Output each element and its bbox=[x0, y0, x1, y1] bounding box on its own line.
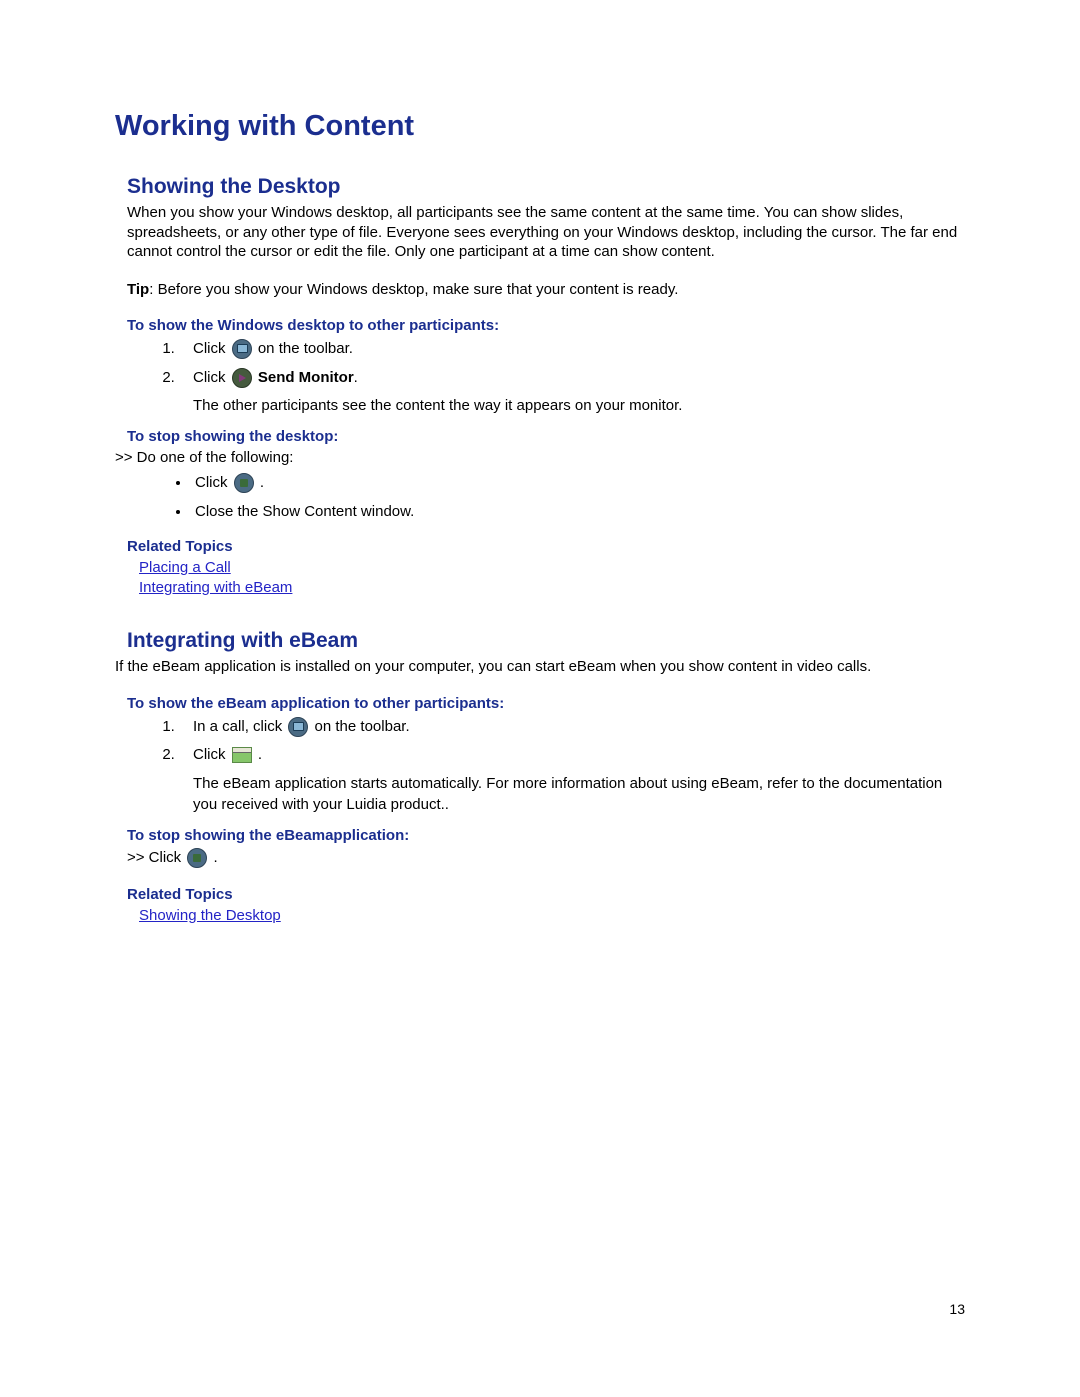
result-text: The eBeam application starts automatical… bbox=[193, 773, 965, 815]
step-text: on the toolbar. bbox=[254, 340, 353, 357]
step-text: Click bbox=[193, 746, 230, 763]
monitor-icon bbox=[288, 717, 308, 737]
related-topics-heading: Related Topics bbox=[127, 538, 965, 555]
stop-text: >> Click bbox=[127, 849, 185, 866]
step-text: In a call, click bbox=[193, 718, 286, 735]
tip-label: Tip bbox=[127, 281, 149, 298]
step-text: Click bbox=[193, 340, 230, 357]
steps-list: In a call, click on the toolbar. Click . bbox=[127, 716, 965, 767]
procedure-heading: To stop showing the desktop: bbox=[127, 428, 965, 445]
bullet-text: Click bbox=[195, 474, 232, 491]
send-monitor-label: Send Monitor bbox=[258, 369, 354, 386]
stop-line: >> Click . bbox=[127, 848, 965, 868]
tip-paragraph: Tip: Before you show your Windows deskto… bbox=[127, 280, 965, 300]
stop-icon bbox=[187, 848, 207, 868]
section-heading-showing-desktop: Showing the Desktop bbox=[127, 175, 965, 199]
link-integrating-with-ebeam[interactable]: Integrating with eBeam bbox=[139, 579, 292, 596]
bullet-text: . bbox=[256, 474, 264, 491]
procedure-heading: To stop showing the eBeamapplication: bbox=[127, 827, 965, 844]
related-links: Placing a Call Integrating with eBeam bbox=[139, 559, 965, 599]
step-text: . bbox=[354, 369, 358, 386]
bullet-item: Click . bbox=[191, 472, 965, 493]
related-links: Showing the Desktop bbox=[139, 907, 965, 927]
stop-text: . bbox=[209, 849, 217, 866]
page-title: Working with Content bbox=[115, 110, 965, 143]
procedure-heading: To show the Windows desktop to other par… bbox=[127, 317, 965, 334]
link-placing-a-call[interactable]: Placing a Call bbox=[139, 559, 231, 576]
steps-list: Click on the toolbar. Click Send Monitor… bbox=[127, 338, 965, 389]
play-icon bbox=[232, 368, 252, 388]
stop-icon bbox=[234, 473, 254, 493]
stop-intro: >> Do one of the following: bbox=[115, 449, 965, 466]
result-text: The other participants see the content t… bbox=[193, 395, 965, 416]
step-item: Click . bbox=[179, 744, 965, 767]
step-text: . bbox=[254, 746, 262, 763]
step-text: Click bbox=[193, 369, 230, 386]
page-number: 13 bbox=[949, 1301, 965, 1317]
intro-paragraph: If the eBeam application is installed on… bbox=[115, 657, 965, 677]
ebeam-icon bbox=[232, 747, 252, 763]
step-item: In a call, click on the toolbar. bbox=[179, 716, 965, 739]
intro-paragraph: When you show your Windows desktop, all … bbox=[127, 203, 965, 262]
link-showing-the-desktop[interactable]: Showing the Desktop bbox=[139, 907, 281, 924]
step-item: Click on the toolbar. bbox=[179, 338, 965, 361]
document-page: Working with Content Showing the Desktop… bbox=[0, 0, 1080, 1397]
related-topics-heading: Related Topics bbox=[127, 886, 965, 903]
bullet-item: Close the Show Content window. bbox=[191, 501, 965, 522]
monitor-icon bbox=[232, 339, 252, 359]
tip-text: : Before you show your Windows desktop, … bbox=[149, 281, 678, 298]
step-text: on the toolbar. bbox=[310, 718, 409, 735]
bullet-list: Click . Close the Show Content window. bbox=[127, 472, 965, 522]
section-heading-integrating-ebeam: Integrating with eBeam bbox=[127, 629, 965, 653]
procedure-heading: To show the eBeam application to other p… bbox=[127, 695, 965, 712]
step-item: Click Send Monitor. bbox=[179, 367, 965, 390]
